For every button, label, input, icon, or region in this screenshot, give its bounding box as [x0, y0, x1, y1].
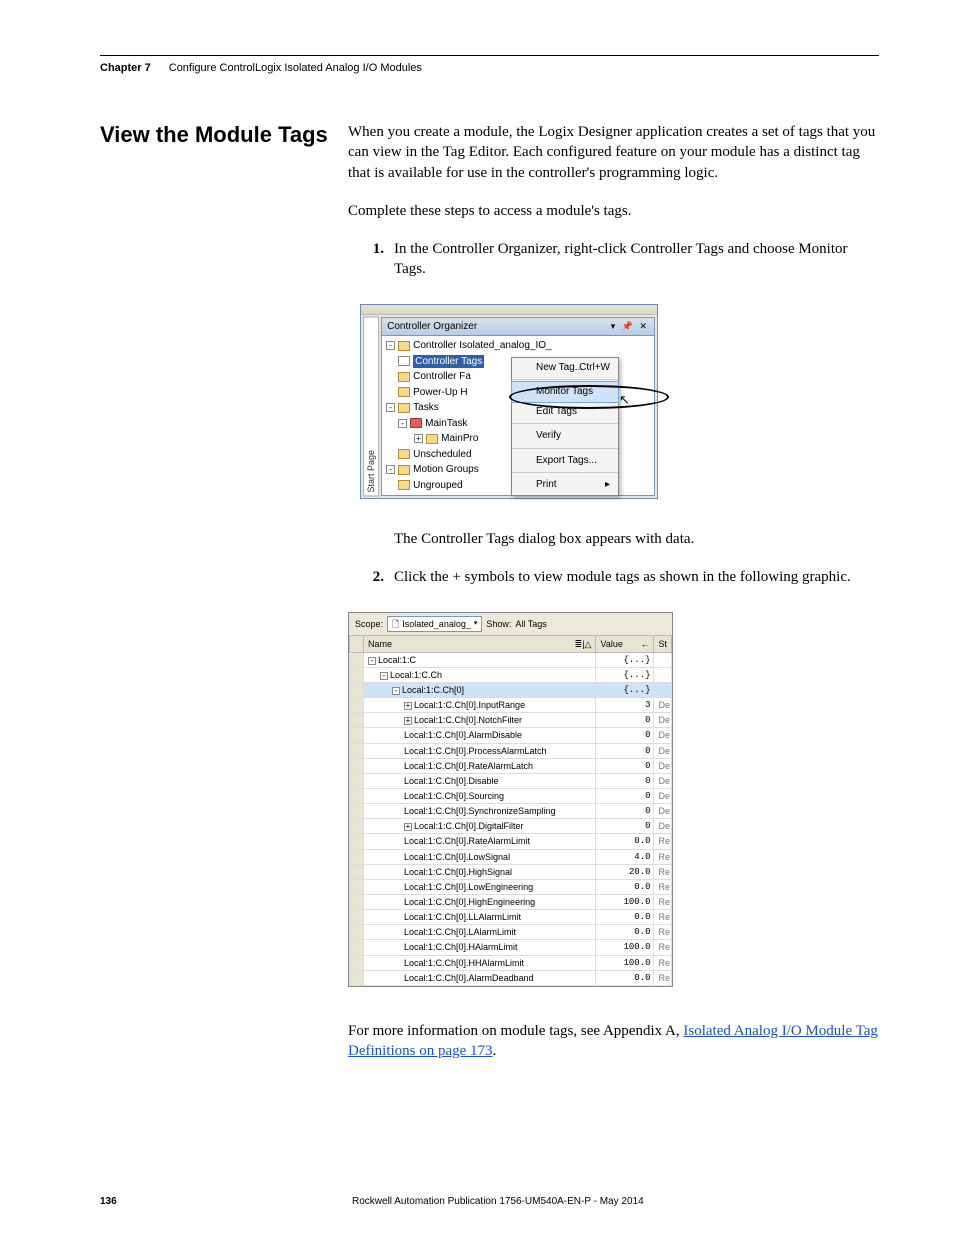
screenshot-tags-grid: Scope: 🗋Isolated_analog_▾ Show: All Tags…	[348, 612, 673, 987]
table-row[interactable]: Local:1:C.Ch[0].ProcessAlarmLatch0De	[350, 743, 672, 758]
step-num: 2.	[360, 567, 384, 587]
pre-steps-paragraph: Complete these steps to access a module'…	[348, 201, 879, 221]
step-1: 1. In the Controller Organizer, right-cl…	[360, 239, 879, 280]
menu-export-tags[interactable]: Export Tags...	[512, 451, 618, 471]
tree-tasks[interactable]: Tasks	[413, 401, 439, 415]
callout-oval	[509, 385, 669, 409]
menu-print[interactable]: Print▸	[512, 475, 618, 495]
tree-mainpro[interactable]: MainPro	[441, 432, 478, 446]
folder-icon	[398, 480, 410, 490]
table-row[interactable]: +Local:1:C.Ch[0].DigitalFilter0De	[350, 819, 672, 834]
tree-ungrouped[interactable]: Ungrouped	[413, 479, 462, 493]
start-page-tab[interactable]: Start Page	[363, 317, 379, 497]
folder-icon	[398, 372, 410, 382]
table-row[interactable]: Local:1:C.Ch[0].HAlarmLimit100.0Re	[350, 940, 672, 955]
task-icon	[410, 418, 422, 428]
folder-icon	[398, 341, 410, 351]
expand-icon[interactable]: -	[386, 341, 395, 350]
tags-icon	[398, 356, 410, 366]
organizer-title: Controller Organizer	[387, 320, 477, 334]
publication-info: Rockwell Automation Publication 1756-UM5…	[117, 1196, 879, 1207]
pin-close-icons[interactable]: ▾ 📌 ✕	[611, 320, 649, 334]
table-row[interactable]: Local:1:C.Ch[0].HighSignal20.0Re	[350, 864, 672, 879]
table-row[interactable]: Local:1:C.Ch[0].HHAlarmLimit100.0Re	[350, 955, 672, 970]
show-label: Show:	[486, 618, 511, 630]
step-list: 1. In the Controller Organizer, right-cl…	[360, 239, 879, 280]
step-2: 2. Click the + symbols to view module ta…	[360, 567, 879, 587]
screenshot-controller-organizer: Start Page Controller Organizer ▾ 📌 ✕ - C…	[360, 304, 658, 500]
show-value: All Tags	[515, 618, 546, 630]
col-st[interactable]: St	[654, 635, 672, 652]
tree-motion-groups[interactable]: Motion Groups	[413, 463, 479, 477]
tree-controller-tags[interactable]: Controller Tags	[413, 355, 484, 369]
main-content: When you create a module, the Logix Desi…	[348, 122, 879, 1061]
tags-table[interactable]: Name≣|△ Value← St -Local:1:C{...}-Local:…	[349, 635, 672, 986]
expand-icon[interactable]: -	[386, 465, 395, 474]
table-row[interactable]: +Local:1:C.Ch[0].InputRange3De	[350, 698, 672, 713]
tree-power-up[interactable]: Power-Up H	[413, 386, 467, 400]
closing-post: .	[493, 1043, 497, 1059]
page-number: 136	[100, 1196, 117, 1207]
table-row[interactable]: -Local:1:C.Ch[0]{...}	[350, 683, 672, 698]
page-footer: 136 Rockwell Automation Publication 1756…	[100, 1196, 879, 1207]
table-row[interactable]: Local:1:C.Ch[0].LAlarmLimit0.0Re	[350, 925, 672, 940]
step-body: In the Controller Organizer, right-click…	[394, 239, 879, 280]
table-row[interactable]: +Local:1:C.Ch[0].NotchFilter0De	[350, 713, 672, 728]
folder-icon	[398, 387, 410, 397]
col-value[interactable]: Value←	[596, 635, 654, 652]
folder-icon	[398, 465, 410, 475]
table-row[interactable]: Local:1:C.Ch[0].AlarmDisable0De	[350, 728, 672, 743]
scope-label: Scope:	[355, 618, 383, 630]
expand-icon[interactable]: -	[386, 403, 395, 412]
tree-controller-fa[interactable]: Controller Fa	[413, 370, 471, 384]
program-icon	[426, 434, 438, 444]
tree-unscheduled[interactable]: Unscheduled	[413, 448, 471, 462]
chapter-label: Chapter 7	[100, 62, 151, 74]
table-row[interactable]: Local:1:C.Ch[0].AlarmDeadband0.0Re	[350, 970, 672, 985]
context-menu: New Tag...Ctrl+W Monitor Tags Edit Tags …	[511, 357, 619, 496]
step-num: 1.	[360, 239, 384, 280]
table-row[interactable]: Local:1:C.Ch[0].LLAlarmLimit0.0Re	[350, 910, 672, 925]
menu-new-tag[interactable]: New Tag...Ctrl+W	[512, 358, 618, 378]
scope-combo[interactable]: 🗋Isolated_analog_▾	[387, 616, 482, 632]
chapter-title: Configure ControlLogix Isolated Analog I…	[169, 62, 422, 74]
table-row[interactable]: Local:1:C.Ch[0].Disable0De	[350, 773, 672, 788]
tree-controller[interactable]: Controller Isolated_analog_IO_	[413, 339, 551, 353]
cursor-icon: ↖	[619, 391, 630, 409]
table-row[interactable]: -Local:1:C.Ch{...}	[350, 667, 672, 682]
step-list-2: 2. Click the + symbols to view module ta…	[360, 567, 879, 587]
table-row[interactable]: -Local:1:C{...}	[350, 652, 672, 667]
expand-icon[interactable]: +	[414, 434, 423, 443]
folder-icon	[398, 403, 410, 413]
step-body: Click the + symbols to view module tags …	[394, 567, 879, 587]
table-row[interactable]: Local:1:C.Ch[0].LowEngineering0.0Re	[350, 879, 672, 894]
table-row[interactable]: Local:1:C.Ch[0].Sourcing0De	[350, 789, 672, 804]
col-name[interactable]: Name≣|△	[364, 635, 596, 652]
after-shot1-paragraph: The Controller Tags dialog box appears w…	[394, 529, 879, 549]
section-heading: View the Module Tags	[100, 122, 328, 148]
closing-paragraph: For more information on module tags, see…	[348, 1021, 879, 1062]
table-row[interactable]: Local:1:C.Ch[0].HighEngineering100.0Re	[350, 895, 672, 910]
intro-paragraph: When you create a module, the Logix Desi…	[348, 122, 879, 183]
window-titlebar	[361, 305, 657, 315]
table-row[interactable]: Local:1:C.Ch[0].RateAlarmLatch0De	[350, 758, 672, 773]
folder-icon	[398, 449, 410, 459]
tree-maintask[interactable]: MainTask	[425, 417, 467, 431]
table-row[interactable]: Local:1:C.Ch[0].RateAlarmLimit0.0Re	[350, 834, 672, 849]
table-row[interactable]: Local:1:C.Ch[0].LowSignal4.0Re	[350, 849, 672, 864]
closing-pre: For more information on module tags, see…	[348, 1023, 683, 1039]
menu-verify[interactable]: Verify	[512, 426, 618, 446]
page-header: Chapter 7 Configure ControlLogix Isolate…	[100, 55, 879, 74]
expand-icon[interactable]: -	[398, 419, 407, 428]
table-row[interactable]: Local:1:C.Ch[0].SynchronizeSampling0De	[350, 804, 672, 819]
